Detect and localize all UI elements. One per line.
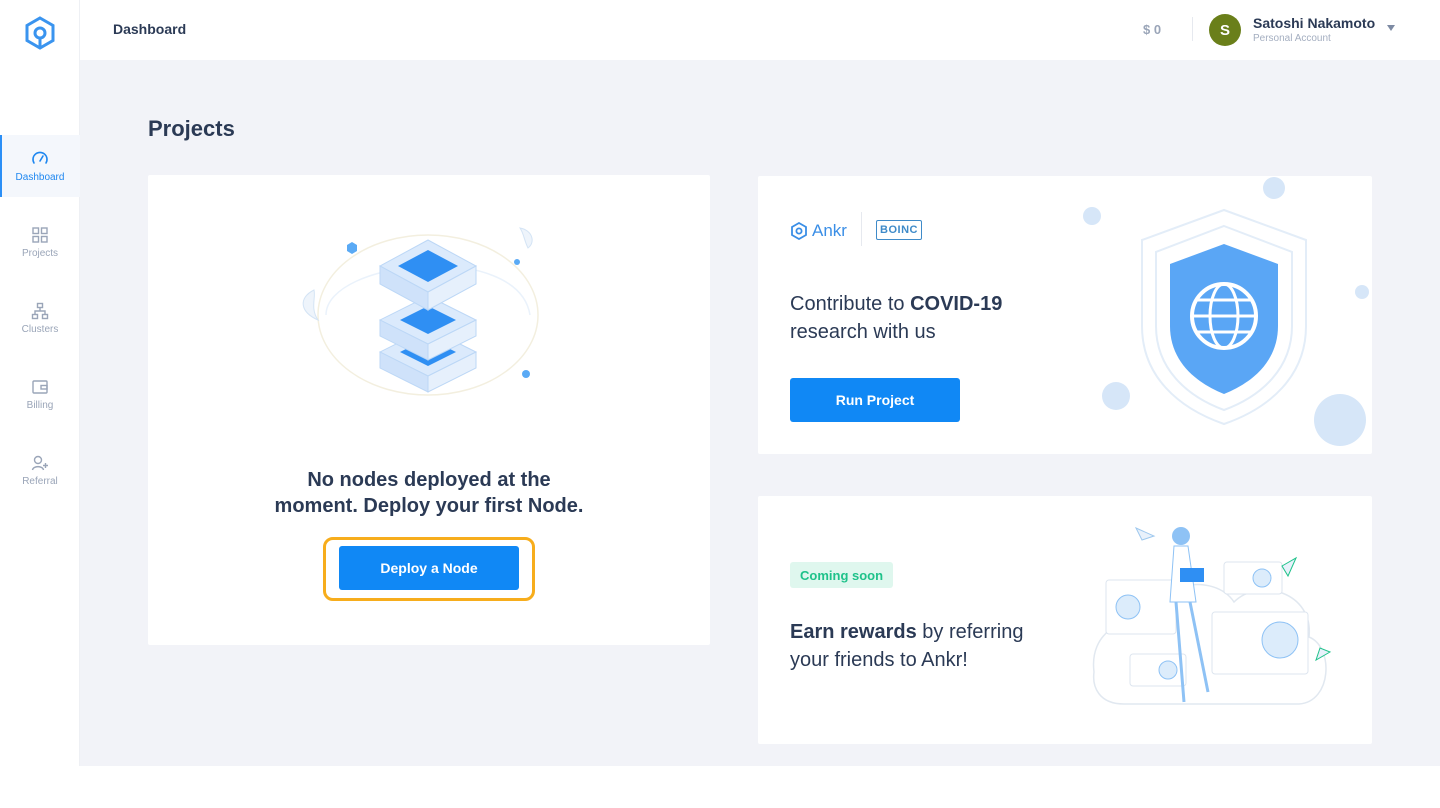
speedometer-icon — [32, 151, 48, 164]
top-bar: Dashboard $ 0 S Satoshi Nakamoto Persona… — [80, 0, 1440, 60]
sidebar-item-label: Projects — [21, 247, 59, 259]
add-user-icon — [31, 455, 48, 470]
main-content: Projects No nodes deployed at the moment… — [80, 60, 1440, 766]
shield-globe-illustration — [1083, 177, 1369, 446]
sidebar-item-referral[interactable]: Referral — [0, 439, 80, 501]
chevron-down-icon[interactable] — [1387, 25, 1395, 31]
empty-state-line: No nodes deployed at the — [307, 469, 551, 491]
empty-state-line: moment. Deploy your first Node. — [274, 495, 584, 517]
wallet-icon — [32, 379, 48, 394]
headline-text: by referring — [916, 621, 1024, 643]
window-bottom-edge — [0, 766, 1440, 808]
headline-bold: Earn rewards — [790, 621, 917, 643]
user-name[interactable]: Satoshi Nakamoto — [1253, 15, 1375, 31]
sidebar-item-label: Dashboard — [15, 171, 65, 183]
sidebar-item-label: Referral — [22, 475, 58, 487]
avatar[interactable]: S — [1209, 14, 1241, 46]
sidebar-item-clusters[interactable]: Clusters — [0, 287, 80, 349]
covid-headline: Contribute to COVID-19 research with us — [790, 290, 1002, 346]
sidebar-item-label: Clusters — [21, 323, 59, 335]
sidebar-item-dashboard[interactable]: Dashboard — [0, 135, 80, 197]
status-badge: Coming soon — [790, 562, 894, 588]
app-root: Dashboard Projects Clusters Billing Refe… — [0, 0, 1440, 766]
referral-illustration — [1092, 526, 1332, 705]
ankr-logo-icon[interactable] — [24, 16, 56, 50]
ankr-logo-icon — [791, 222, 807, 240]
headline-line2: your friends to Ankr! — [790, 649, 968, 671]
sidebar-item-label: Billing — [26, 399, 54, 411]
ankr-logo-text: Ankr — [812, 221, 847, 240]
divider — [861, 212, 862, 246]
headline-line2: research with us — [790, 321, 936, 343]
covid-project-card: Ankr BOINC Contribute to COVID-19 resear… — [758, 176, 1372, 454]
headline-text: Contribute to — [790, 293, 911, 315]
run-project-button[interactable]: Run Project — [790, 378, 960, 422]
account-type: Personal Account — [1253, 33, 1331, 44]
deploy-node-button[interactable]: Deploy a Node — [339, 546, 519, 590]
boinc-logo: BOINC — [876, 220, 922, 240]
sidebar-item-projects[interactable]: Projects — [0, 211, 80, 273]
server-layer-top — [378, 239, 478, 311]
divider — [1192, 17, 1193, 41]
sidebar: Dashboard Projects Clusters Billing Refe… — [0, 0, 80, 766]
headline-bold: COVID-19 — [910, 293, 1003, 315]
page-title: Projects — [148, 116, 235, 141]
empty-state-message: No nodes deployed at the moment. Deploy … — [148, 467, 710, 519]
hierarchy-icon — [31, 302, 49, 319]
ankr-brand: Ankr — [790, 221, 847, 241]
sidebar-item-billing[interactable]: Billing — [0, 363, 80, 425]
server-stack-illustration — [302, 227, 539, 396]
nodes-card: No nodes deployed at the moment. Deploy … — [148, 175, 710, 645]
grid-icon — [32, 226, 48, 243]
highlight-outline: Deploy a Node — [323, 537, 535, 601]
breadcrumb: Dashboard — [113, 21, 187, 37]
account-balance[interactable]: $ 0 — [1143, 22, 1161, 37]
referral-card: Coming soon Earn rewards by referring yo… — [758, 496, 1372, 744]
referral-headline: Earn rewards by referring your friends t… — [790, 618, 1023, 674]
